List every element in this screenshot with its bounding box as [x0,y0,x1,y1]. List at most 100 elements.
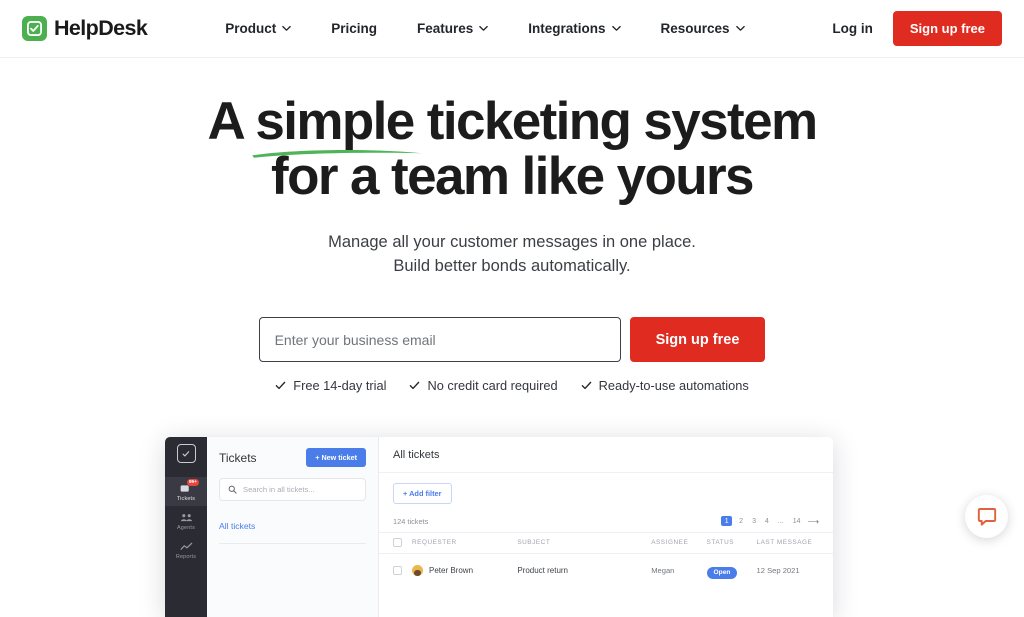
cell-requester: Peter Brown [412,565,517,576]
app-ticket-list-panel: Tickets + New ticket Search in all ticke… [207,437,379,617]
add-filter-button[interactable]: + Add filter [393,483,452,504]
ticket-count: 124 tickets [393,517,428,526]
cell-status: Open [707,561,757,579]
ticket-badge: 99+ [187,479,200,486]
main-nav: Product Pricing Features Integrations Re… [205,13,764,44]
row-checkbox[interactable] [393,566,402,575]
cell-subject: Product return [517,566,651,575]
app-sidebar-item-tickets[interactable]: 99+ Tickets [165,477,207,506]
nav-item-features[interactable]: Features [397,13,508,44]
app-table-header: REQUESTER SUBJECT ASSIGNEE STATUS LAST M… [379,532,833,554]
chevron-down-icon [282,24,291,33]
logo[interactable]: HelpDesk [22,16,147,41]
nav-label: Features [417,21,473,36]
subhead-line-2: Build better bonds automatically. [0,254,1024,278]
page-ellipsis: ... [776,517,786,526]
app-sidebar-label: Reports [176,554,196,560]
app-search-input[interactable]: Search in all tickets... [219,478,366,501]
page-title: A simple ticketing system for a team lik… [0,94,1024,204]
column-subject: SUBJECT [517,539,651,546]
headline-line-2: for a team like yours [0,149,1024,204]
app-list-title: Tickets [219,451,257,465]
check-icon [275,380,286,391]
column-status: STATUS [707,539,757,546]
app-search-placeholder: Search in all tickets... [243,485,315,494]
check-icon [581,380,592,391]
app-sidebar: 99+ Tickets Agents Reports [165,437,207,617]
headline-highlight-word: simple [255,94,413,149]
login-link[interactable]: Log in [832,21,873,36]
column-requester: REQUESTER [412,539,517,546]
chat-bubble-icon [977,507,997,527]
hero-perks: Free 14-day trial No credit card require… [0,378,1024,393]
site-header: HelpDesk Product Pricing Features Integr… [0,0,1024,58]
signup-form: Sign up free [0,317,1024,362]
logo-text: HelpDesk [54,16,147,41]
header-actions: Log in Sign up free [832,11,1002,46]
perk-item: No credit card required [409,378,557,393]
app-main-panel: All tickets + Add filter 124 tickets 1 2… [379,437,833,617]
reports-icon [179,540,194,552]
app-sidebar-item-agents[interactable]: Agents [165,506,207,535]
hero-subheading: Manage all your customer messages in one… [0,230,1024,278]
hero-section: A simple ticketing system for a team lik… [0,58,1024,393]
page-1[interactable]: 1 [721,516,732,526]
app-list-header: Tickets + New ticket [219,448,366,467]
status-badge: Open [707,567,738,579]
page-14[interactable]: 14 [791,517,803,526]
check-icon [409,380,420,391]
page-2[interactable]: 2 [737,517,745,526]
subhead-line-1: Manage all your customer messages in one… [0,230,1024,254]
headline-post: ticketing system [414,92,817,151]
chat-widget-button[interactable] [965,495,1008,538]
cell-assignee: Megan [651,566,706,575]
app-preview-screenshot: 99+ Tickets Agents Reports [165,437,833,617]
app-list-divider [219,543,366,544]
new-ticket-button[interactable]: + New ticket [306,448,366,467]
app-count-row: 124 tickets 1 2 3 4 ... 14 ⟶ [379,513,833,532]
headline-pre: A [207,92,255,151]
column-last-message: LAST MESSAGE [757,539,819,546]
page-4: 4 [763,517,771,526]
search-icon [228,485,237,494]
headline-line-1: A simple ticketing system [0,94,1024,149]
perk-label: No credit card required [427,378,557,393]
select-all-checkbox[interactable] [393,538,402,547]
headline-word-text: simple [255,92,413,151]
nav-item-pricing[interactable]: Pricing [311,13,397,44]
check-square-icon [22,16,47,41]
nav-label: Pricing [331,21,377,36]
nav-item-product[interactable]: Product [205,13,311,44]
app-sidebar-label: Agents [177,525,195,531]
page-3[interactable]: 3 [750,517,758,526]
app-view-all-tickets[interactable]: All tickets [219,516,366,543]
pagination: 1 2 3 4 ... 14 ⟶ [721,516,819,526]
table-row[interactable]: Peter Brown Product return Megan Open 12… [379,554,833,586]
nav-item-resources[interactable]: Resources [641,13,765,44]
column-assignee: ASSIGNEE [651,539,706,546]
perk-label: Free 14-day trial [293,378,386,393]
perk-label: Ready-to-use automations [599,378,749,393]
perk-item: Free 14-day trial [275,378,386,393]
email-field[interactable] [259,317,621,362]
app-logo-icon [177,444,196,463]
chevron-down-icon [612,24,621,33]
avatar [412,565,423,576]
app-main-title: All tickets [379,437,833,473]
app-filter-row: + Add filter [379,473,833,513]
agents-icon [179,511,194,523]
chevron-down-icon [479,24,488,33]
hero-signup-button[interactable]: Sign up free [630,317,766,362]
cell-last-message: 12 Sep 2021 [757,566,819,575]
nav-label: Integrations [528,21,605,36]
next-page-arrow-icon[interactable]: ⟶ [808,517,819,526]
chevron-down-icon [736,24,745,33]
nav-label: Resources [661,21,730,36]
requester-name: Peter Brown [429,566,473,575]
app-sidebar-label: Tickets [177,496,195,502]
header-signup-button[interactable]: Sign up free [893,11,1002,46]
perk-item: Ready-to-use automations [581,378,749,393]
nav-item-integrations[interactable]: Integrations [508,13,640,44]
ticket-icon: 99+ [179,482,194,494]
nav-label: Product [225,21,276,36]
